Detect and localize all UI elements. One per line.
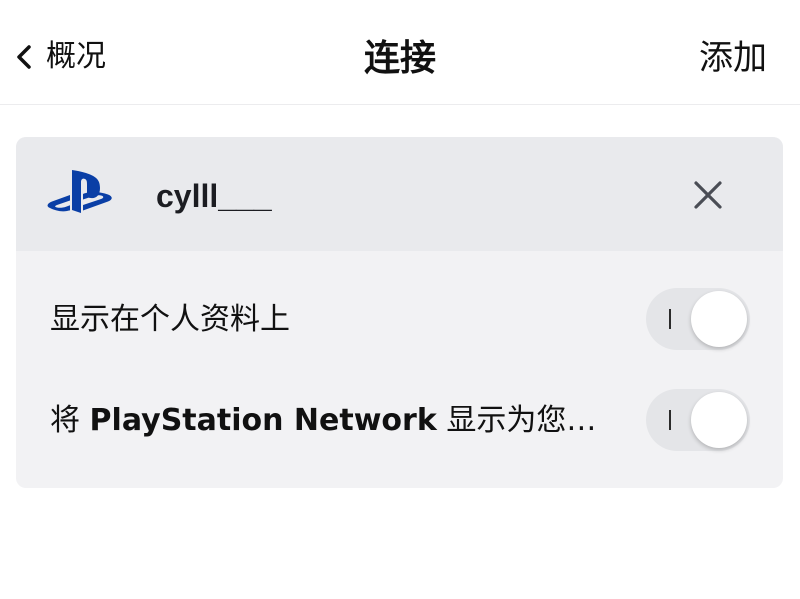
account-name: cylll___	[156, 178, 272, 214]
label-service-name: PlayStation Network	[89, 403, 437, 438]
connection-header: cylll___	[16, 137, 783, 251]
label-prefix: 将	[50, 403, 90, 438]
connection-card: cylll___ 显示在个人资料上 将 PlayStation Network …	[16, 137, 783, 488]
chevron-left-icon	[16, 40, 38, 74]
back-label: 概况	[46, 39, 106, 74]
toggle-on-mark	[669, 309, 671, 329]
navigation-bar: 概况 连接 添加	[0, 0, 800, 105]
page-title: 连接	[363, 38, 436, 79]
setting-label-show-on-profile: 显示在个人资料上	[50, 302, 290, 337]
toggle-knob	[691, 291, 747, 347]
add-button[interactable]: 添加	[699, 38, 767, 78]
toggle-show-on-profile[interactable]	[646, 288, 750, 350]
setting-label-display-as-activity: 将 PlayStation Network 显示为您…	[50, 402, 596, 440]
setting-row-display-as-activity: 将 PlayStation Network 显示为您…	[16, 386, 783, 456]
toggle-knob	[691, 392, 747, 448]
toggle-display-as-activity[interactable]	[646, 389, 750, 451]
playstation-logo-icon	[46, 170, 116, 220]
close-icon[interactable]	[691, 178, 725, 212]
back-button[interactable]: 概况	[16, 40, 106, 74]
label-suffix: 显示为您…	[436, 403, 597, 438]
setting-row-show-on-profile: 显示在个人资料上	[16, 285, 783, 355]
toggle-on-mark	[669, 410, 671, 430]
